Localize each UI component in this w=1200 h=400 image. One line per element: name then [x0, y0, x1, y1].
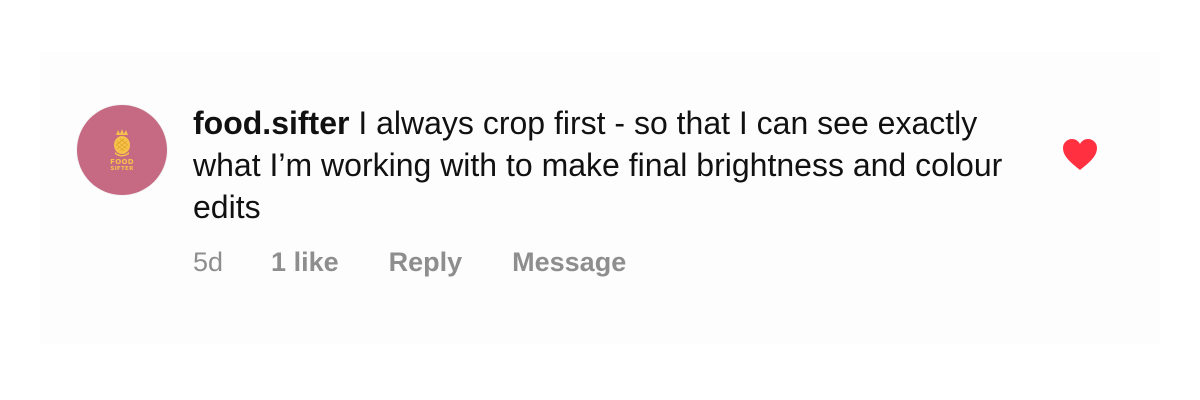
comment-card: FOOD SIFTER food.sifter I always crop fi…	[40, 52, 1160, 344]
comment-meta: 5d 1 like Reply Message	[193, 245, 676, 279]
avatar-brand-line2: SIFTER	[110, 165, 134, 172]
food-sifter-logo-icon	[114, 128, 130, 156]
reply-button[interactable]: Reply	[389, 247, 463, 278]
avatar-brand-text: FOOD SIFTER	[110, 157, 134, 173]
avatar-brand-line1: FOOD	[110, 157, 134, 166]
avatar[interactable]: FOOD SIFTER	[77, 105, 167, 195]
likes-count-link[interactable]: 1 like	[271, 247, 339, 278]
heart-icon[interactable]	[1062, 138, 1098, 172]
message-button[interactable]: Message	[512, 247, 626, 278]
comment-body: food.sifter I always crop first - so tha…	[193, 102, 1013, 228]
comment-username[interactable]: food.sifter	[193, 105, 349, 141]
comment-timestamp: 5d	[193, 246, 224, 277]
